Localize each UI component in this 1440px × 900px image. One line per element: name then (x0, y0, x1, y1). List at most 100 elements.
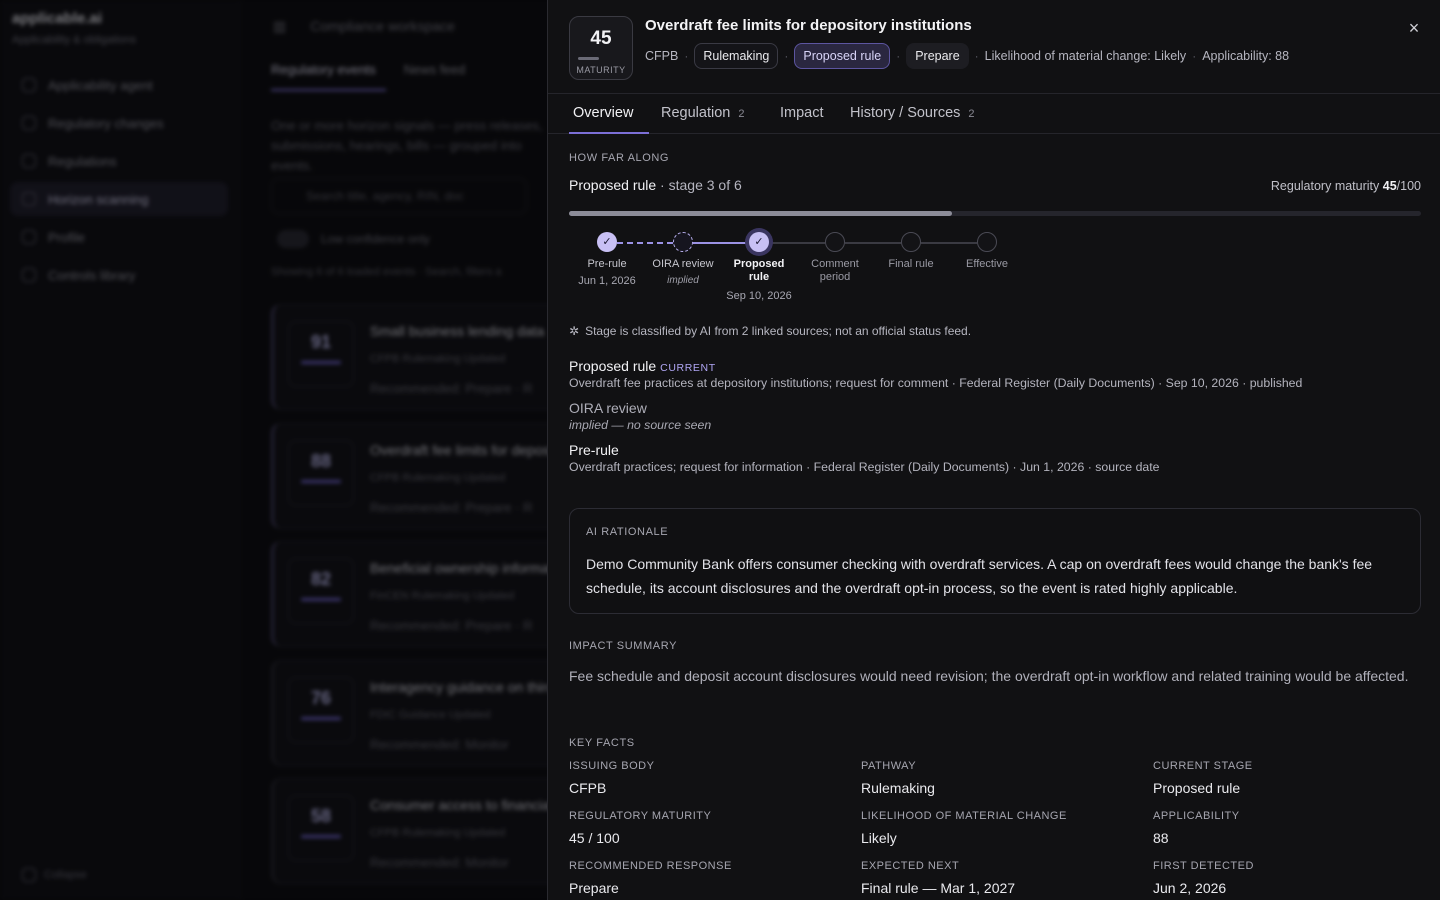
stepper-connector (921, 242, 977, 244)
key-fact-label: APPLICABILITY (1153, 810, 1240, 822)
events-list-pane: ▥ Compliance workspace Regulatory events… (241, 0, 576, 900)
event-card-title: Small business lending data (370, 323, 545, 339)
relevance-score: 58 (288, 795, 354, 861)
check-icon: ✓ (602, 236, 612, 248)
agency-label: CFPB (645, 49, 679, 63)
stepper-connector (845, 242, 901, 244)
key-fact-value: Rulemaking (861, 780, 935, 796)
history-item-title: Pre-rule (569, 442, 1421, 458)
collapse-label: Collapse (44, 869, 87, 881)
sidebar-item-regulations[interactable]: Regulations (10, 144, 228, 178)
tab-label: Regulation (661, 105, 731, 121)
step-final-rule-label: Final rule (888, 258, 934, 270)
step-proposed-rule-date: Sep 10, 2026 (726, 290, 792, 302)
impact-summary-label: IMPACT SUMMARY (569, 640, 678, 652)
event-card-recommendation: Recommended: Prepare · R (370, 618, 533, 633)
event-card-meta: CFPB Rulemaking Updated (370, 827, 506, 839)
step-comment-period-label: Comment period (811, 258, 859, 283)
tab-impact[interactable]: Impact (780, 94, 824, 134)
reg-maturity-value: 45 (1382, 179, 1397, 193)
maturity-score: 45 (590, 28, 612, 49)
relevance-bar (301, 835, 341, 838)
sidebar-toggle-icon[interactable]: ▥ (273, 18, 286, 35)
toggle-switch[interactable] (277, 230, 309, 248)
relevance-bar (301, 598, 341, 601)
key-fact: PATHWAY Rulemaking (861, 760, 1153, 796)
event-card[interactable]: 58 Consumer access to financial CFPB Rul… (271, 778, 571, 884)
reg-maturity-prefix: Regulatory maturity (1270, 179, 1383, 193)
tab-regulation[interactable]: Regulation 2 (661, 94, 744, 134)
separator: · (896, 49, 901, 63)
sidebar-item-regulatory-changes[interactable]: Regulatory changes (10, 106, 228, 140)
stepper-connector (769, 242, 825, 244)
sidebar-item-applicability-agent[interactable]: Applicability agent (10, 68, 228, 102)
event-card[interactable]: 82 Beneficial ownership information FinC… (271, 541, 572, 647)
key-fact: APPLICABILITY 88 (1153, 810, 1421, 846)
history-stage-name: Proposed rule (569, 358, 657, 374)
step-proposed-rule-marker: ✓ (749, 232, 769, 252)
tab-news-feed[interactable]: News feed (404, 62, 465, 91)
tab-count: 2 (738, 108, 745, 120)
how-far-label: HOW FAR ALONG (569, 152, 670, 164)
tab-regulatory-events[interactable]: Regulatory events (271, 62, 386, 91)
event-card-title: Overdraft fee limits for depository (370, 442, 577, 458)
event-card-meta: CFPB Rulemaking Updated (370, 472, 506, 484)
regulatory-maturity-readout: Regulatory maturity 45/100 (1271, 179, 1421, 193)
stage-of: · stage 3 of 6 (656, 177, 742, 193)
history-item-source: implied — no source seen (569, 418, 712, 432)
step-final-rule-marker (901, 232, 921, 252)
tab-count: 2 (968, 108, 975, 120)
maturity-badge: 45 MATURITY (569, 16, 633, 80)
tab-history-sources[interactable]: History / Sources 2 (850, 94, 975, 134)
topbar: ▥ Compliance workspace (273, 18, 455, 35)
rationale-text: Demo Community Bank offers consumer chec… (586, 556, 1373, 596)
collapse-button[interactable]: Collapse (22, 868, 87, 882)
search-input[interactable]: Search title, agency, RIN, doc (271, 178, 527, 214)
history-stage-name: OIRA review (569, 400, 647, 416)
history-item: Pre-rule Overdraft practices; request fo… (569, 442, 1421, 474)
key-fact-label: REGULATORY MATURITY (569, 810, 712, 822)
relevance-score: 88 (288, 440, 354, 506)
panel-header: 45 MATURITY Overdraft fee limits for dep… (548, 0, 1440, 94)
event-card-meta: FinCEN Rulemaking Updated (370, 590, 515, 602)
sidebar-item-controls-library[interactable]: Controls library (10, 258, 228, 292)
close-icon[interactable]: × (1403, 17, 1425, 39)
sidebar-item-horizon-scanning[interactable]: Horizon scanning (10, 182, 228, 216)
event-card-title: Interagency guidance on third (370, 679, 555, 695)
ai-classification-note: ✲ Stage is classified by AI from 2 linke… (569, 324, 971, 338)
sidebar-item-profile[interactable]: Profile (10, 220, 228, 254)
relevance-score-value: 58 (310, 806, 332, 826)
key-fact-label: RECOMMENDED RESPONSE (569, 860, 732, 872)
event-card-recommendation: Recommended: Monitor (370, 737, 509, 752)
tab-overview[interactable]: Overview (569, 94, 649, 134)
step-oira-review-label: OIRA review (652, 258, 714, 270)
event-card[interactable]: 76 Interagency guidance on third FDIC Gu… (271, 660, 571, 766)
sidebar-item-label: Profile (48, 229, 85, 245)
maturity-bar (578, 57, 599, 60)
key-fact-label: ISSUING BODY (569, 760, 655, 772)
history-item: OIRA review implied — no source seen (569, 400, 1421, 432)
document-icon (22, 230, 36, 244)
relevance-score-value: 88 (310, 451, 332, 471)
stage-pill: Proposed rule (794, 43, 891, 69)
sidebar-item-label: Applicability agent (48, 77, 153, 93)
event-card[interactable]: 91 Small business lending data CFPB Rule… (271, 304, 571, 410)
key-fact-label: LIKELIHOOD OF MATERIAL CHANGE (861, 810, 1067, 822)
sidebar-item-label: Regulatory changes (48, 115, 164, 131)
key-facts-grid: ISSUING BODY CFPB PATHWAY Rulemaking CURRENT… (569, 760, 1421, 896)
maturity-label: MATURITY (576, 65, 626, 75)
event-card-meta: CFPB Rulemaking Updated (370, 353, 506, 365)
sidebar: applicable.ai Applicability & obligation… (0, 0, 240, 900)
key-fact: FIRST DETECTED Jun 2, 2026 (1153, 860, 1421, 896)
event-card[interactable]: 88 Overdraft fee limits for depository C… (271, 423, 576, 529)
event-card-recommendation: Recommended: Prepare · R (370, 500, 533, 515)
low-confidence-toggle[interactable]: Low confidence only (277, 230, 430, 248)
step-pre-rule-label: Pre-rule (587, 258, 627, 270)
ai-note-text: Stage is classified by AI from 2 linked … (585, 324, 972, 338)
stepper-connector (693, 242, 749, 244)
tab-label: Impact (780, 105, 824, 121)
history-item-title: OIRA review (569, 400, 1421, 416)
step-effective-label: Effective (966, 258, 1008, 270)
separator: · (974, 49, 979, 63)
tab-label: History / Sources (850, 105, 961, 121)
